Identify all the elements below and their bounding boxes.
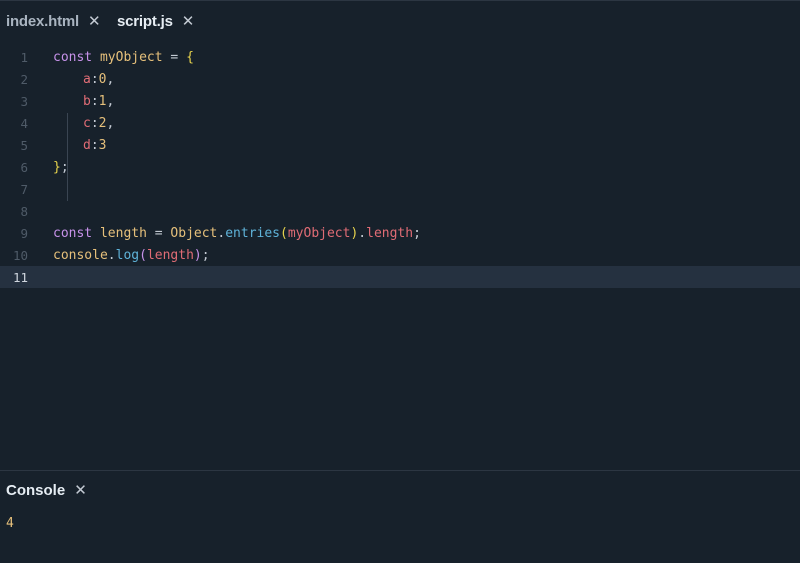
paren: ( (139, 247, 147, 263)
code-text: console.log(length); (53, 248, 210, 263)
code-editor-app: index.html ✕ script.js ✕ 1 const myObjec… (0, 0, 800, 563)
comma: , (106, 115, 115, 131)
close-icon[interactable]: ✕ (182, 14, 195, 29)
line-number: 9 (20, 225, 28, 241)
dot: . (107, 247, 116, 263)
paren: ) (193, 247, 202, 263)
semicolon: ; (413, 225, 421, 241)
code-text: a:0, (83, 72, 114, 87)
colon: : (90, 93, 99, 109)
semicolon: ; (201, 247, 210, 263)
keyword: const (53, 49, 93, 65)
line-number: 2 (20, 71, 28, 87)
console-panel: Console ✕ 4 (0, 470, 800, 563)
code-line-5[interactable]: 5 d:3 (0, 134, 800, 156)
code-editor[interactable]: 1 const myObject = { 2 a:0, 3 b:1, 4 c:2… (0, 46, 800, 471)
line-number: 6 (20, 159, 28, 175)
operator: = (146, 225, 171, 241)
semicolon: ; (60, 159, 69, 175)
brace: } (53, 159, 61, 175)
code-text: c:2, (83, 116, 114, 131)
code-line-7[interactable]: 7 (0, 178, 800, 200)
argument: myObject (287, 225, 351, 241)
tab-index-html[interactable]: index.html ✕ (6, 1, 101, 41)
code-line-11-active[interactable]: 11 (0, 266, 800, 288)
console-output: 4 (6, 516, 14, 531)
argument: length (146, 247, 194, 263)
identifier: length (99, 225, 147, 241)
line-number: 11 (12, 269, 28, 285)
console-header: Console ✕ (6, 479, 87, 501)
line-number: 8 (20, 203, 28, 219)
tab-bar: index.html ✕ script.js ✕ (0, 1, 800, 41)
code-line-4[interactable]: 4 c:2, (0, 112, 800, 134)
code-line-1[interactable]: 1 const myObject = { (0, 46, 800, 68)
object-key: c (83, 115, 91, 131)
line-number: 4 (20, 115, 28, 131)
function-name: entries (225, 225, 281, 241)
object-key: d (83, 137, 91, 153)
code-line-8[interactable]: 8 (0, 200, 800, 222)
paren: ( (280, 225, 288, 241)
close-icon[interactable]: ✕ (74, 481, 87, 499)
object-name: console (53, 247, 108, 263)
tab-script-js[interactable]: script.js ✕ (117, 1, 194, 41)
object-key: b (83, 93, 91, 109)
comma: , (106, 93, 115, 109)
function-name: log (115, 247, 140, 263)
code-text: }; (53, 160, 69, 175)
operator: = (162, 49, 187, 65)
colon: : (90, 71, 99, 87)
number-literal: 3 (98, 137, 107, 153)
identifier: myObject (99, 49, 163, 65)
code-line-10[interactable]: 10 console.log(length); (0, 244, 800, 266)
code-line-9[interactable]: 9 const length = Object. entries(myObject… (0, 222, 800, 244)
comma: , (106, 71, 115, 87)
colon: : (90, 137, 99, 153)
line-number: 3 (20, 93, 28, 109)
close-icon[interactable]: ✕ (88, 14, 101, 29)
code-text: const myObject = { (53, 50, 194, 65)
object-key: a (83, 71, 91, 87)
brace: { (186, 49, 194, 65)
line-number: 10 (12, 247, 28, 263)
code-line-3[interactable]: 3 b:1, (0, 90, 800, 112)
code-line-2[interactable]: 2 a:0, (0, 68, 800, 90)
keyword: const (53, 225, 93, 241)
dot: . (358, 225, 367, 241)
object-name: Object (170, 225, 218, 241)
code-text: b:1, (83, 94, 114, 109)
property: length (366, 225, 414, 241)
code-line-6[interactable]: 6 }; (0, 156, 800, 178)
line-number: 7 (20, 181, 28, 197)
code-text: const length = Object.entries(myObject).… (53, 226, 421, 241)
tab-label: index.html (6, 12, 80, 30)
tab-label: script.js (117, 12, 173, 30)
code-text: d:3 (83, 138, 106, 153)
colon: : (90, 115, 99, 131)
line-number: 1 (20, 49, 28, 65)
console-title[interactable]: Console (6, 482, 65, 499)
line-number: 5 (20, 137, 28, 153)
